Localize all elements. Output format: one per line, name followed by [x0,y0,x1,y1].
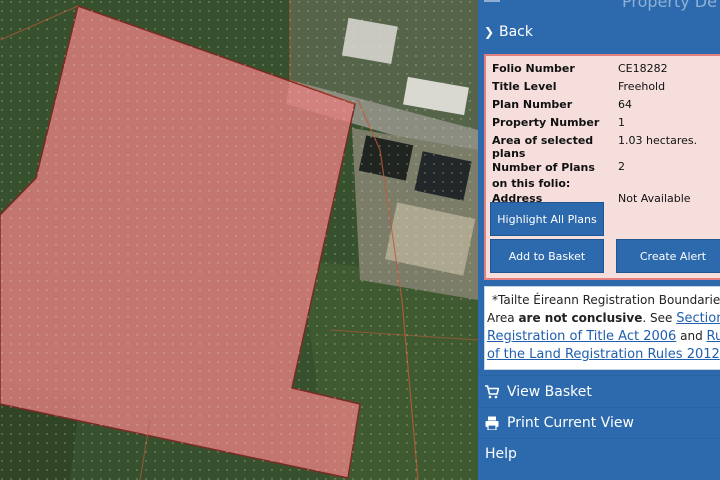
rule-5-link[interactable]: Rule 5 [707,329,720,344]
registration-disclaimer: *Tailte Éireann Registration Boundaries … [484,286,720,370]
details-key: Property Number [492,116,600,129]
disclaimer-line: Area are not conclusive. See Section 62(… [487,311,720,326]
details-row: Folio Number CE18282 [492,62,720,80]
printer-icon [485,408,499,441]
disclaimer-line: Registration of Title Act 2006 and Rule … [487,329,720,344]
hamburger-menu-icon[interactable] [484,0,500,5]
details-value: CE18282 [618,62,668,75]
map-view[interactable] [0,0,478,480]
details-key: Title Level [492,80,557,93]
view-basket-label: View Basket [507,384,592,400]
cart-icon [485,377,500,410]
add-to-basket-button[interactable]: Add to Basket [490,239,604,273]
print-view-button[interactable]: Print Current View [478,408,720,438]
details-key: Plan Number [492,98,573,111]
view-basket-button[interactable]: View Basket [478,377,720,407]
print-view-label: Print Current View [507,415,634,431]
disclaimer-text: Area [487,311,519,325]
panel-title: Property De [622,0,717,11]
property-details-card: Folio Number CE18282 Title Level Freehold … [484,54,720,280]
details-value: 64 [618,98,632,111]
create-alert-button[interactable]: Create Alert [616,239,720,273]
details-key: Number of Plans on this folio: [492,161,595,190]
divider [478,375,720,376]
chevron-right-icon: ❯ [484,25,495,39]
panel-header: Property De [478,0,720,12]
details-key: Area of selected plans [492,134,594,160]
disclaimer-line: *Tailte Éireann Registration Boundaries … [492,293,720,307]
disclaimer-emphasis: are not conclusive [518,311,643,325]
title-act-link[interactable]: Registration of Title Act 2006 [487,329,676,344]
land-registration-rules-link[interactable]: of the Land Registration Rules 2012 [487,347,720,362]
details-table: Folio Number CE18282 Title Level Freehold … [492,62,720,210]
help-button[interactable]: Help [478,439,720,469]
details-value: 2 [618,160,625,173]
details-row: Title Level Freehold [492,80,720,98]
details-row: Number of Plans on this folio: 2 [492,160,720,192]
help-label: Help [485,446,517,462]
section-62-link[interactable]: Section 62(2 [676,311,720,326]
disclaimer-text: . See [642,311,677,325]
details-value: Not Available [618,192,691,205]
disclaimer-text: and [676,329,707,343]
details-value: 1 [618,116,625,129]
details-value: 1.03 hectares. [618,134,698,147]
disclaimer-line: of the Land Registration Rules 2012. [487,347,720,362]
back-button[interactable]: ❯ Back [478,20,720,44]
details-row: Plan Number 64 [492,98,720,116]
details-row: Area of selected plans 1.03 hectares. [492,134,720,160]
details-value: Freehold [618,80,666,93]
highlight-all-plans-button[interactable]: Highlight All Plans [490,202,604,236]
details-row: Property Number 1 [492,116,720,134]
aerial-imagery [0,0,478,480]
details-key: Folio Number [492,62,575,75]
back-label: Back [499,24,533,40]
